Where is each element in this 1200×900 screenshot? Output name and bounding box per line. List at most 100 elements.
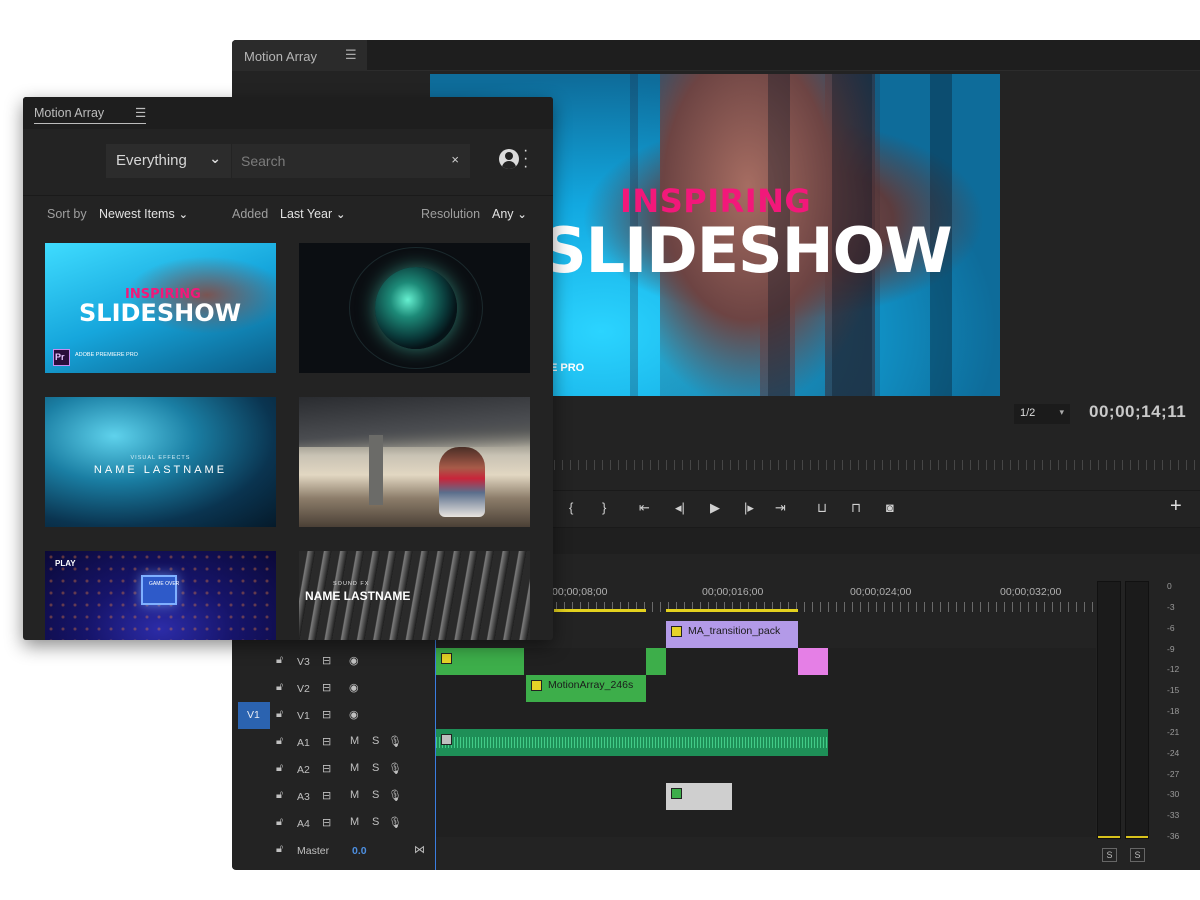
track-body[interactable]: MotionArray_246s: [436, 675, 1096, 702]
lock-icon[interactable]: 🔓︎: [276, 654, 283, 667]
playhead[interactable]: [435, 618, 436, 870]
sync-lock-icon[interactable]: ⊟: [322, 762, 331, 775]
track-body[interactable]: [436, 729, 1096, 756]
globe-image: [375, 267, 457, 349]
eye-icon[interactable]: ◉: [349, 654, 359, 667]
sync-lock-icon[interactable]: ⊟: [322, 789, 331, 802]
mute-button[interactable]: M: [350, 735, 359, 747]
mark-out-icon[interactable]: }: [602, 500, 606, 515]
solo-button[interactable]: S: [372, 762, 379, 774]
step-back-icon[interactable]: ◂|: [675, 500, 685, 516]
mute-button[interactable]: M: [350, 816, 359, 828]
overwrite-icon[interactable]: ⊓: [851, 500, 861, 516]
lock-icon[interactable]: 🔓︎: [276, 789, 283, 802]
thumbnail-skater[interactable]: [299, 397, 530, 527]
meter-scale-label: -6: [1167, 622, 1175, 633]
go-to-out-icon[interactable]: ⇥: [775, 500, 786, 516]
clip-transition[interactable]: MA_transition_pack: [666, 621, 798, 648]
kebab-menu-icon[interactable]: · · ·: [523, 143, 528, 175]
monitor-scrub-ruler[interactable]: [554, 460, 1200, 470]
meter-scale-label: -18: [1167, 706, 1180, 716]
clip-audio[interactable]: [436, 729, 828, 756]
meter-solo-button[interactable]: S: [1130, 848, 1145, 862]
microphone-icon[interactable]: 🎙︎: [388, 762, 402, 775]
insert-icon[interactable]: ⊔: [817, 500, 827, 516]
lock-icon[interactable]: 🔓︎: [276, 708, 283, 721]
ruler-label: 00;00;024;00: [850, 586, 912, 598]
thumbnail-visual-effects[interactable]: VISUAL EFFECTS NAME LASTNAME: [45, 397, 276, 527]
lock-icon[interactable]: 🔓︎: [276, 762, 283, 775]
track-body[interactable]: [436, 756, 1096, 783]
category-dropdown[interactable]: Everything ⌄: [106, 144, 231, 178]
active-tab-underline: [34, 123, 146, 124]
lock-icon[interactable]: 🔓︎: [276, 816, 283, 829]
thumbnail-globe[interactable]: [299, 243, 530, 373]
solo-button[interactable]: S: [372, 816, 379, 828]
resolution-dropdown[interactable]: Any ⌄: [492, 207, 527, 221]
plugin-header: Motion Array ☰: [23, 97, 553, 129]
zoom-select[interactable]: 1/2 ▾: [1014, 404, 1070, 424]
timecode-display[interactable]: 00;00;14;11: [1089, 402, 1186, 422]
track-name: V3: [297, 656, 310, 668]
track-body[interactable]: [436, 810, 1096, 837]
eye-icon[interactable]: ◉: [349, 681, 359, 694]
meter-solo-button[interactable]: S: [1102, 848, 1117, 862]
render-bar: [666, 609, 798, 612]
render-bar: [554, 609, 646, 612]
clip-video[interactable]: [646, 648, 666, 675]
step-forward-icon[interactable]: |▸: [744, 500, 754, 516]
add-button[interactable]: +: [1170, 495, 1182, 518]
thumbnail-sound-fx[interactable]: SOUND FX NAME LASTNAME: [299, 551, 530, 640]
mute-button[interactable]: M: [350, 762, 359, 774]
solo-button[interactable]: S: [372, 735, 379, 747]
editor-menu-icon[interactable]: ☰: [345, 47, 357, 63]
lock-icon[interactable]: 🔓︎: [276, 681, 283, 694]
thumbnail-game-over[interactable]: PLAY GAME OVER: [45, 551, 276, 640]
meter-bar-left: [1097, 581, 1121, 839]
mute-button[interactable]: M: [350, 789, 359, 801]
microphone-icon[interactable]: 🎙︎: [388, 816, 402, 829]
search-input[interactable]: [232, 144, 432, 178]
microphone-icon[interactable]: 🎙︎: [388, 789, 402, 802]
mark-in-icon[interactable]: {: [569, 500, 573, 515]
go-to-in-icon[interactable]: ⇤: [639, 500, 650, 516]
sync-lock-icon[interactable]: ⊟: [322, 708, 331, 721]
track-name: A4: [297, 818, 310, 830]
added-dropdown[interactable]: Last Year ⌄: [280, 207, 345, 221]
sync-lock-icon[interactable]: ⊟: [322, 681, 331, 694]
track-body[interactable]: [436, 702, 1096, 729]
clip-audio[interactable]: [666, 783, 732, 810]
user-icon[interactable]: [499, 149, 519, 169]
clip-label: MA_transition_pack: [688, 625, 781, 637]
master-volume-value[interactable]: 0.0: [352, 845, 367, 857]
meter-bar-right: [1125, 581, 1149, 839]
camera-icon[interactable]: ◙: [886, 500, 894, 515]
plugin-menu-icon[interactable]: ☰: [135, 105, 146, 120]
clip-video[interactable]: [436, 648, 524, 675]
source-patch-v1[interactable]: V1: [238, 702, 270, 729]
sync-lock-icon[interactable]: ⊟: [322, 654, 331, 667]
fx-icon: [531, 680, 542, 691]
clip-video[interactable]: [798, 648, 828, 675]
sort-dropdown[interactable]: Newest Items ⌄: [99, 207, 188, 221]
editor-tab[interactable]: Motion Array ☰: [232, 40, 367, 71]
plugin-tab-label[interactable]: Motion Array: [34, 106, 104, 120]
lock-icon[interactable]: 🔓︎: [276, 735, 283, 748]
sync-lock-icon[interactable]: ⊟: [322, 816, 331, 829]
eye-icon[interactable]: ◉: [349, 708, 359, 721]
track-body[interactable]: [436, 783, 1096, 810]
meter-scale-label: -15: [1167, 685, 1180, 696]
meter-scale-label: -27: [1167, 768, 1180, 779]
track-body[interactable]: [436, 648, 1096, 675]
ruler-label: 00;00;032;00: [1000, 586, 1062, 598]
sync-lock-icon[interactable]: ⊟: [322, 735, 331, 748]
solo-button[interactable]: S: [372, 789, 379, 801]
play-icon[interactable]: ▶: [710, 500, 720, 516]
close-icon[interactable]: ×: [451, 152, 459, 167]
clip-motion[interactable]: MotionArray_246s: [526, 675, 646, 702]
lock-icon[interactable]: 🔓︎: [276, 843, 283, 856]
microphone-icon[interactable]: 🎙︎: [388, 735, 402, 748]
clip-label: MotionArray_246s: [548, 679, 634, 691]
go-to-end-icon[interactable]: ⋈: [414, 843, 425, 856]
thumbnail-slideshow[interactable]: INSPIRING SLIDESHOW Pr ADOBE PREMIERE PR…: [45, 243, 276, 373]
